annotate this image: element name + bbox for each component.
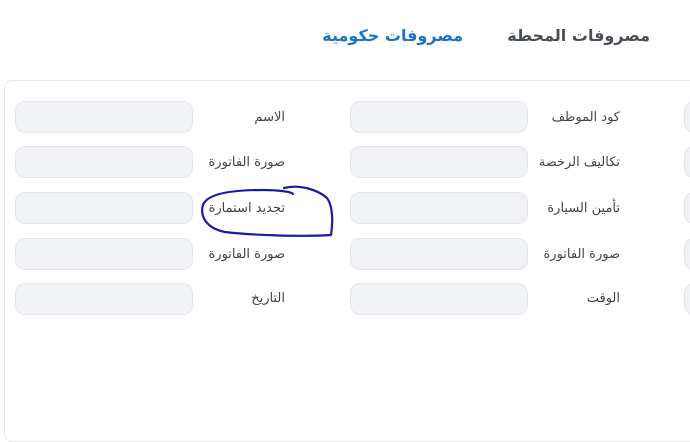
row3-right-input[interactable] (684, 192, 690, 224)
license-costs-input[interactable] (350, 146, 528, 178)
registration-renewal-input[interactable] (15, 192, 193, 224)
date-input[interactable] (15, 283, 193, 315)
registration-renewal-label: تجديد استمارة (208, 201, 285, 216)
date-label: التاريخ (251, 291, 285, 306)
row1-right-input[interactable] (684, 101, 690, 133)
row5-right-input[interactable] (684, 283, 690, 315)
time-input[interactable] (350, 283, 528, 315)
row2-right-input[interactable] (684, 146, 690, 178)
name-input[interactable] (15, 101, 193, 133)
time-label: الوقت (586, 291, 620, 306)
invoice-image-label-3: صورة الفاتورة (208, 247, 285, 262)
row4-right-input[interactable] (684, 238, 690, 270)
invoice-image-label: صورة الفاتورة (208, 155, 285, 170)
tab-station-expenses[interactable]: مصروفات المحطة (507, 26, 650, 45)
tab-government-expenses[interactable]: مصروفات حكومية (322, 26, 463, 45)
invoice-image-input-3[interactable] (15, 238, 193, 270)
license-costs-label: تكاليف الرخصة (538, 155, 620, 170)
invoice-image-input-2[interactable] (350, 238, 528, 270)
tab-bar: مصروفات المحطة مصروفات حكومية (0, 26, 690, 56)
car-insurance-input[interactable] (350, 192, 528, 224)
name-label: الاسم (254, 110, 285, 125)
employee-code-input[interactable] (350, 101, 528, 133)
employee-code-label: كود الموظف (551, 110, 620, 125)
car-insurance-label: تأمين السيارة (547, 201, 620, 216)
invoice-image-label-2: صورة الفاتورة (543, 247, 620, 262)
invoice-image-input[interactable] (15, 146, 193, 178)
